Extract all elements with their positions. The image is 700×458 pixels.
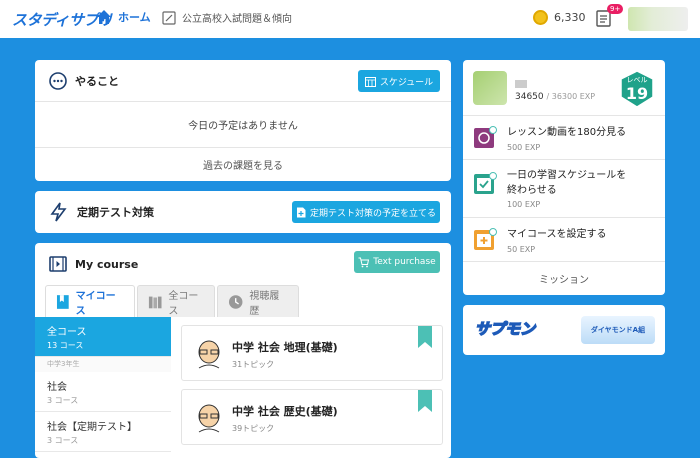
nav-exam-label: 公立高校入試問題＆傾向 — [182, 14, 292, 25]
grade-section-label: 中学3年生 — [35, 357, 171, 372]
mission-item[interactable]: レッスン動画を180分見る 500 EXP — [463, 116, 665, 160]
tab-all-courses[interactable]: 全コース — [137, 285, 215, 317]
schedule-mission-icon — [474, 172, 497, 194]
nav-home-label: ホーム — [118, 11, 151, 24]
category-social-test[interactable]: 社会【定期テスト】 3 コース — [35, 412, 171, 452]
tab-my-course[interactable]: マイコース — [45, 285, 135, 317]
schedule-button[interactable]: スケジュール — [358, 70, 440, 92]
my-course-card: My course Text purchase マイコース 全コース 視聴履歴 … — [35, 243, 451, 458]
category-all[interactable]: 全コース 13 コース — [35, 317, 171, 357]
level-badge: レベル 19 — [617, 69, 657, 109]
nav-exam[interactable]: 公立高校入試問題＆傾向 — [162, 10, 292, 25]
bookmark-book-icon — [56, 294, 69, 309]
profile-mission-card: 34650 / 36300 EXP レベル 19 レッスン動画を180分見る 5… — [463, 60, 665, 295]
profile-summary: 34650 / 36300 EXP レベル 19 — [463, 60, 665, 116]
my-course-mission-icon — [474, 228, 497, 250]
document-icon — [162, 10, 176, 25]
banner-card: サプモン ダイヤモンドA組 — [463, 305, 665, 355]
mission-title: 一日の学習スケジュールを終わらせる — [507, 170, 627, 196]
schedule-button-label: スケジュール — [379, 77, 434, 88]
lightning-icon — [50, 202, 67, 222]
mission-item[interactable]: マイコースを設定する 50 EXP — [463, 218, 665, 262]
cart-icon — [358, 257, 370, 267]
course-card[interactable]: 中学 社会 地理(基礎) 31トピック — [181, 325, 443, 381]
category-title: 全コース — [47, 327, 87, 338]
course-title: 中学 社会 歴史(基礎) — [232, 405, 338, 418]
bookmark-icon[interactable] — [418, 390, 432, 412]
coin-icon — [533, 10, 548, 25]
my-course-title: My course — [75, 257, 139, 271]
mission-exp: 100 EXP — [507, 200, 541, 209]
mission-title: レッスン動画を180分見る — [507, 127, 627, 138]
text-purchase-label: Text purchase — [373, 257, 436, 267]
category-count: 13 コース — [47, 341, 84, 350]
level-number: 19 — [625, 84, 649, 103]
test-prep-card: 定期テスト対策 定期テスト対策の予定を立てる — [35, 191, 451, 233]
category-title: 社会【定期テスト】 — [47, 422, 137, 433]
add-document-icon — [296, 207, 306, 217]
more-icon — [49, 71, 67, 90]
tab-history-label: 視聴履歴 — [249, 290, 280, 317]
calendar-icon — [364, 76, 376, 87]
test-prep-plan-label: 定期テスト対策の予定を立てる — [309, 208, 436, 219]
text-purchase-button[interactable]: Text purchase — [354, 251, 440, 273]
missions-link[interactable]: ミッション — [463, 262, 665, 294]
category-count: 3 コース — [47, 396, 79, 405]
diamond-class-label: ダイヤモンドA組 — [590, 326, 646, 334]
books-icon — [148, 296, 162, 308]
bookmark-icon[interactable] — [418, 326, 432, 348]
coin-balance: 6,330 — [533, 10, 586, 25]
exp-total: / 36300 EXP — [546, 91, 596, 101]
sapmon-banner[interactable]: サプモン — [474, 318, 536, 339]
todo-empty-message: 今日の予定はありません — [35, 102, 451, 148]
film-icon — [49, 256, 67, 272]
mission-item[interactable]: 一日の学習スケジュールを終わらせる 100 EXP — [463, 160, 665, 218]
category-social[interactable]: 社会 3 コース — [35, 372, 171, 412]
tab-history[interactable]: 視聴履歴 — [217, 285, 299, 317]
exp-value: 34650 — [515, 91, 544, 102]
test-prep-plan-button[interactable]: 定期テスト対策の予定を立てる — [292, 201, 440, 223]
profile-avatar[interactable] — [473, 70, 507, 105]
top-bar: スタディサプリ ホーム 公立高校入試問題＆傾向 6,330 9+ — [0, 0, 700, 38]
course-topics: 39トピック — [232, 424, 275, 433]
todo-card: やること スケジュール 今日の予定はありません 過去の課題を見る — [35, 60, 451, 181]
nav-home[interactable]: ホーム — [96, 9, 151, 25]
teacher-avatar — [198, 340, 220, 369]
course-title: 中学 社会 地理(基礎) — [232, 341, 338, 354]
course-card[interactable]: 中学 社会 歴史(基礎) 39トピック — [181, 389, 443, 445]
tab-my-course-label: マイコース — [75, 290, 116, 317]
course-topics: 31トピック — [232, 360, 275, 369]
past-assignments-link[interactable]: 過去の課題を見る — [35, 148, 451, 181]
user-avatar[interactable] — [628, 7, 688, 31]
notification-badge: 9+ — [607, 4, 624, 14]
profile-name-blurred — [515, 79, 527, 88]
home-icon — [97, 10, 111, 24]
tab-all-courses-label: 全コース — [168, 290, 199, 317]
diamond-class-banner[interactable]: ダイヤモンドA組 — [581, 316, 655, 344]
todo-title: やること — [75, 74, 119, 88]
course-category-list: 全コース 13 コース 中学3年生 社会 3 コース 社会【定期テスト】 3 コ… — [35, 317, 171, 452]
video-mission-icon — [474, 126, 497, 148]
teacher-avatar — [198, 404, 220, 433]
coin-count: 6,330 — [554, 11, 586, 24]
clock-icon — [228, 294, 243, 309]
test-prep-title: 定期テスト対策 — [77, 206, 154, 219]
mission-exp: 500 EXP — [507, 143, 541, 152]
category-count: 3 コース — [47, 436, 79, 445]
category-title: 社会 — [47, 382, 67, 393]
mission-title: マイコースを設定する — [507, 229, 607, 240]
mission-exp: 50 EXP — [507, 245, 536, 254]
notification-button[interactable]: 9+ — [596, 4, 624, 30]
